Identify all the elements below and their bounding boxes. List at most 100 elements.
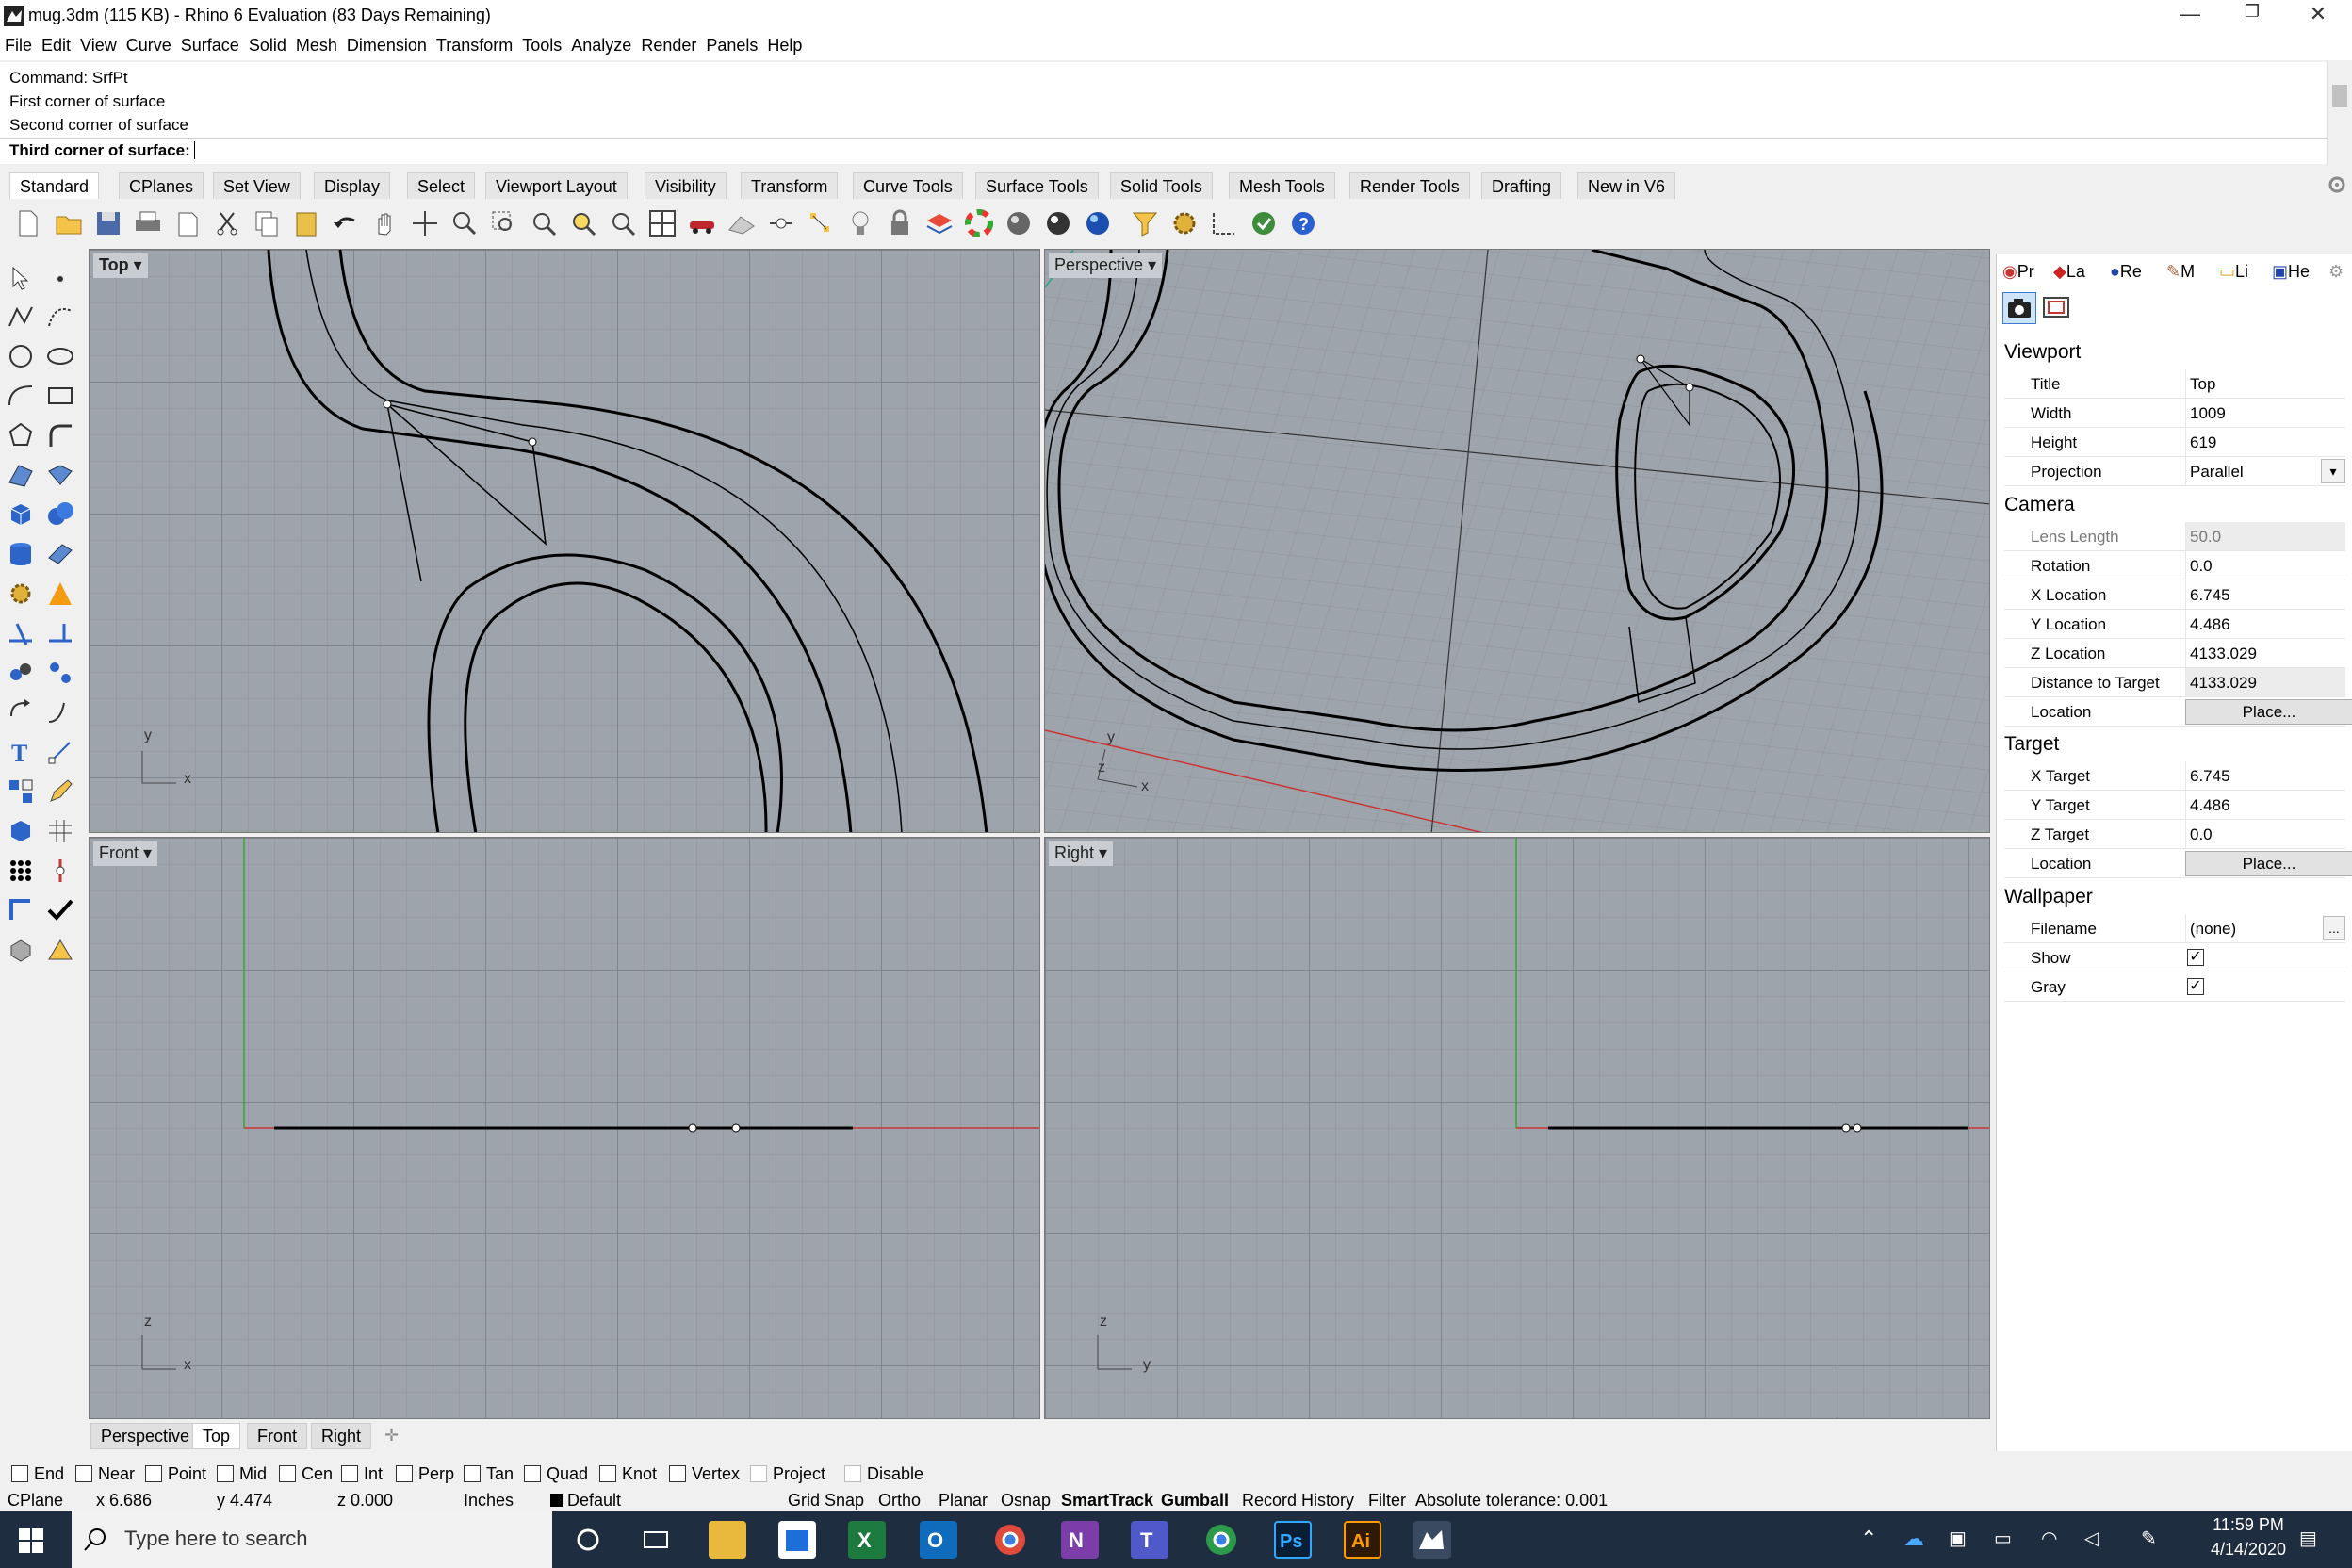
camera-icon[interactable]	[2002, 292, 2036, 324]
osnap-end[interactable]: End	[11, 1464, 64, 1484]
menu-panels[interactable]: Panels	[701, 32, 762, 56]
tab-set-view[interactable]: Set View	[213, 172, 301, 199]
command-line[interactable]: Third corner of surface:	[0, 138, 2328, 164]
close-button[interactable]: ✕	[2290, 2, 2346, 30]
polygon-icon[interactable]	[6, 420, 36, 450]
battery-icon[interactable]: ▭	[1994, 1527, 2012, 1550]
group-icon[interactable]	[6, 658, 36, 688]
rotate-view-icon[interactable]	[409, 207, 441, 239]
osnap-tan[interactable]: Tan	[464, 1464, 514, 1484]
windows-start-icon[interactable]	[19, 1528, 43, 1553]
rectangle-icon[interactable]	[45, 381, 75, 411]
zoom-all-icon[interactable]	[607, 207, 639, 239]
save-icon[interactable]	[92, 207, 124, 239]
cut-icon[interactable]	[211, 207, 243, 239]
grid-options-icon[interactable]	[1208, 207, 1240, 239]
menu-render[interactable]: Render	[636, 32, 701, 56]
cortana-icon[interactable]	[569, 1521, 607, 1559]
osnap-near[interactable]: Near	[75, 1464, 135, 1484]
text-icon[interactable]: T	[6, 737, 36, 767]
zoom-icon[interactable]	[449, 207, 481, 239]
taskbar-search[interactable]: Type here to search	[72, 1511, 552, 1568]
chevron-down-icon[interactable]: ▾	[134, 255, 142, 274]
osnap-toggle[interactable]: Osnap	[1001, 1491, 1051, 1511]
width-field[interactable]: 1009	[2185, 399, 2345, 427]
vptab-perspective[interactable]: Perspective	[90, 1423, 201, 1449]
task-view-icon[interactable]	[637, 1521, 675, 1559]
file-explorer-icon[interactable]	[709, 1521, 746, 1559]
target-place-button[interactable]: Place...	[2185, 851, 2352, 876]
panel-tab-render[interactable]: ●Re	[2110, 262, 2142, 286]
osnap-perp[interactable]: Perp	[396, 1464, 454, 1484]
dimension-icon[interactable]	[45, 737, 75, 767]
tab-curve-tools[interactable]: Curve Tools	[853, 172, 963, 199]
light-bulb-icon[interactable]	[844, 207, 876, 239]
filename-field[interactable]: (none)	[2185, 914, 2345, 942]
tab-surface-tools[interactable]: Surface Tools	[975, 172, 1099, 199]
gear-transform-icon[interactable]	[6, 579, 36, 609]
z-location-field[interactable]: 4133.029	[2185, 639, 2345, 667]
menu-file[interactable]: File	[0, 32, 37, 56]
minimize-button[interactable]: —	[2162, 2, 2218, 30]
menu-mesh[interactable]: Mesh	[291, 32, 342, 56]
units-label[interactable]: Inches	[464, 1491, 514, 1511]
tab-visibility[interactable]: Visibility	[645, 172, 727, 199]
trim-icon[interactable]	[6, 618, 36, 648]
onedrive-icon[interactable]: ☁	[1903, 1527, 1924, 1551]
volume-icon[interactable]: ◁	[2084, 1527, 2099, 1550]
import-icon[interactable]	[172, 207, 204, 239]
analyze-icon[interactable]	[6, 895, 36, 925]
layer-icon[interactable]	[923, 207, 956, 239]
gumball-toggle[interactable]: Gumball	[1161, 1491, 1229, 1511]
grid-snap-toggle[interactable]: Grid Snap	[788, 1491, 864, 1511]
split-icon[interactable]	[45, 618, 75, 648]
store-icon[interactable]	[778, 1521, 816, 1559]
onenote-icon[interactable]: N	[1061, 1521, 1099, 1559]
cylinder-icon[interactable]	[6, 539, 36, 569]
osnap-cen[interactable]: Cen	[279, 1464, 333, 1484]
filter-toggle[interactable]: Filter	[1368, 1491, 1406, 1511]
menu-dimension[interactable]: Dimension	[342, 32, 432, 56]
mesh-icon[interactable]	[45, 539, 75, 569]
viewport-label-right[interactable]: Right ▾	[1049, 841, 1114, 866]
blend-icon[interactable]	[45, 697, 75, 727]
arc-icon[interactable]	[6, 381, 36, 411]
outlook-icon[interactable]: O	[920, 1521, 957, 1559]
z-target-field[interactable]: 0.0	[2185, 820, 2345, 848]
shade-icon[interactable]	[726, 207, 758, 239]
wifi-icon[interactable]: ◠	[2041, 1527, 2057, 1550]
viewport-label-top[interactable]: Top ▾	[93, 253, 148, 278]
new-file-icon[interactable]	[11, 207, 43, 239]
pan-hand-icon[interactable]	[369, 207, 401, 239]
tab-cplanes[interactable]: CPlanes	[119, 172, 204, 199]
panel-tab-libraries[interactable]: ▭Li	[2219, 262, 2248, 286]
pen-icon[interactable]: ✎	[2141, 1527, 2157, 1550]
drafting-icon[interactable]	[45, 935, 75, 965]
viewport-top[interactable]: y x Top ▾	[89, 249, 1040, 833]
osnap-quad[interactable]: Quad	[524, 1464, 588, 1484]
panel-tab-help[interactable]: ▣He	[2272, 262, 2310, 286]
teams-icon[interactable]: T	[1131, 1521, 1168, 1559]
camera-place-button[interactable]: Place...	[2185, 699, 2352, 725]
tab-new-in-v6[interactable]: New in V6	[1577, 172, 1676, 199]
dot-array-icon[interactable]	[6, 856, 36, 886]
panel-settings-icon[interactable]: ⚙	[2328, 262, 2344, 286]
undo-icon[interactable]	[330, 207, 362, 239]
tab-render-tools[interactable]: Render Tools	[1349, 172, 1470, 199]
panel-tab-properties[interactable]: ◉Pr	[2002, 262, 2034, 286]
menu-transform[interactable]: Transform	[432, 32, 517, 56]
restore-button[interactable]: ❐	[2224, 2, 2280, 30]
help-icon[interactable]: ?	[1287, 207, 1319, 239]
viewport-label-perspective[interactable]: Perspective ▾	[1049, 253, 1163, 278]
paste-icon[interactable]	[290, 207, 322, 239]
menu-curve[interactable]: Curve	[122, 32, 176, 56]
panel-tab-layers[interactable]: ◆La	[2053, 262, 2085, 286]
grid-table-icon[interactable]	[45, 816, 75, 846]
select-arrow-icon[interactable]	[6, 264, 36, 294]
options-gear-icon[interactable]	[1168, 207, 1200, 239]
gear-icon[interactable]	[2328, 175, 2346, 194]
array-icon[interactable]	[6, 776, 36, 807]
chevron-up-icon[interactable]: ⌃	[1860, 1527, 1877, 1551]
tab-mesh-tools[interactable]: Mesh Tools	[1229, 172, 1335, 199]
illustrator-icon[interactable]: Ai	[1344, 1521, 1381, 1559]
